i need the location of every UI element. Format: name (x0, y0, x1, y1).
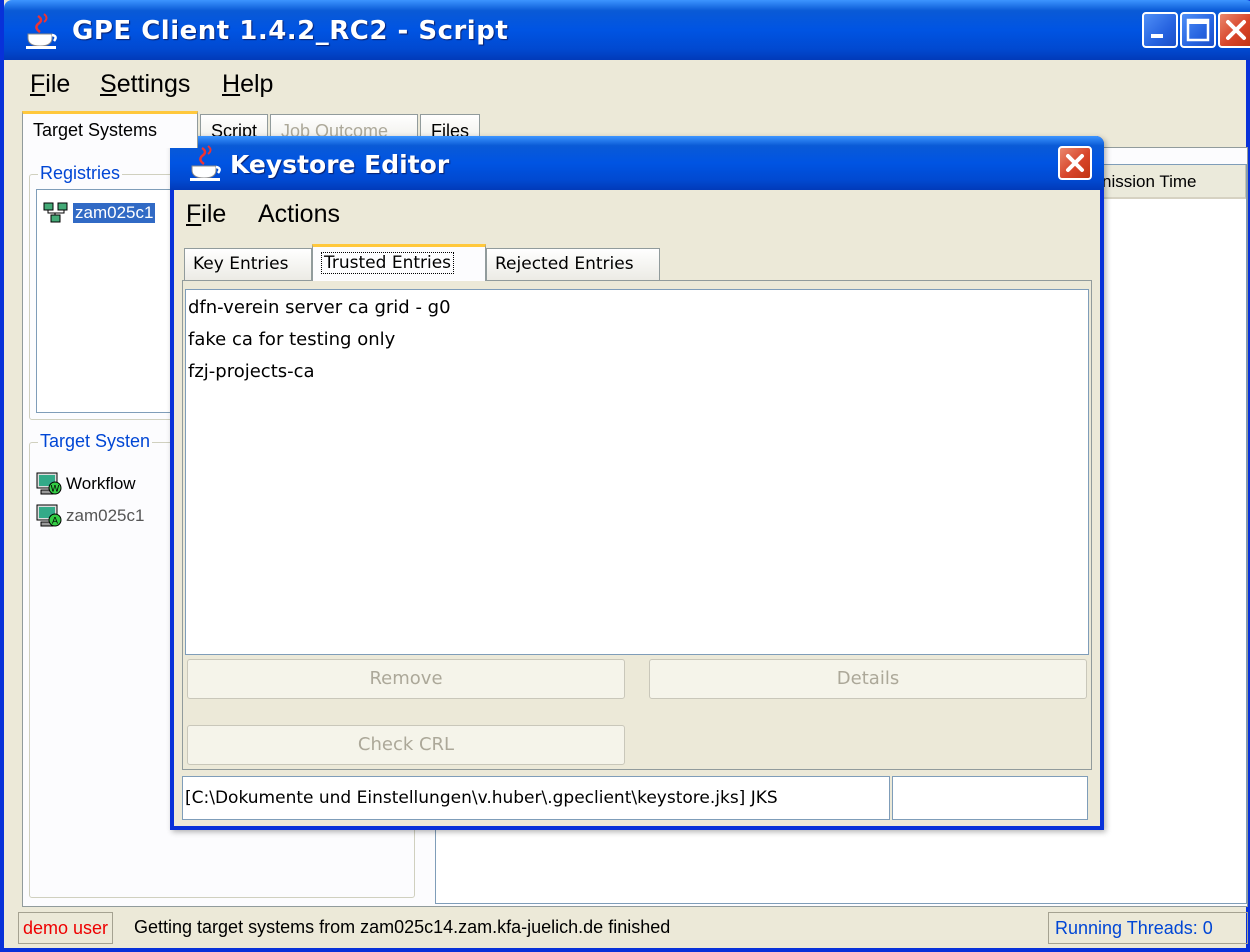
registry-item[interactable]: zam025c1 (43, 200, 156, 226)
app-system-icon: A (36, 504, 62, 527)
list-item[interactable]: fake ca for testing only (188, 324, 395, 356)
keystore-path-field: [C:\Dokumente und Einstellungen\v.huber\… (182, 776, 890, 820)
menu-settings-label: ettings (116, 70, 191, 98)
minimize-button[interactable] (1142, 12, 1178, 48)
close-icon (1226, 20, 1246, 40)
svg-text:A: A (52, 517, 59, 527)
check-crl-button[interactable]: Check CRL (187, 725, 625, 765)
menu-help-mnemonic: H (222, 70, 241, 98)
tab-trusted-entries[interactable]: Trusted Entries (312, 244, 486, 281)
target-system-item-app[interactable]: A zam025c1 (36, 503, 144, 529)
details-button[interactable]: Details (649, 659, 1087, 699)
list-item[interactable]: fzj-projects-ca (188, 356, 315, 388)
window-title: GPE Client 1.4.2_RC2 - Script (72, 16, 509, 46)
dialog-title-bar[interactable]: Keystore Editor (170, 136, 1104, 190)
workflow-system-icon: W (36, 472, 62, 495)
remove-button[interactable]: Remove (187, 659, 625, 699)
column-header-submission-time[interactable]: nission Time (1096, 165, 1246, 199)
list-item[interactable]: dfn-verein server ca grid - g0 (188, 292, 451, 324)
statusbar: demo user Getting target systems from za… (18, 908, 1250, 948)
registry-network-icon (43, 202, 68, 223)
dialog-menu-actions[interactable]: Actions (258, 200, 340, 229)
registries-title: Registries (38, 163, 123, 184)
menu-settings-mnemonic: S (100, 70, 117, 98)
status-threads: Running Threads: 0 (1048, 912, 1248, 944)
menu-file-label: ile (45, 70, 71, 98)
menubar: File Settings Help (8, 62, 1250, 106)
target-systems-title: Target Systen (38, 431, 153, 452)
minimize-icon (1151, 34, 1163, 38)
tab-key-entries[interactable]: Key Entries (184, 248, 312, 280)
tab-rejected-entries[interactable]: Rejected Entries (486, 248, 660, 280)
menu-file-mnemonic: F (30, 70, 46, 98)
tab-trusted-entries-label: Trusted Entries (321, 252, 455, 274)
target-system-label: zam025c1 (66, 506, 145, 525)
target-system-item-workflow[interactable]: W Workflow (36, 471, 136, 497)
status-message: Getting target systems from zam025c14.za… (134, 917, 671, 937)
tab-target-systems[interactable]: Target Systems (22, 111, 198, 148)
target-system-label: Workflow (66, 474, 136, 493)
maximize-button[interactable] (1180, 12, 1216, 48)
java-cup-icon (190, 145, 221, 181)
java-cup-icon (26, 13, 57, 49)
menu-settings[interactable]: Settings (100, 70, 190, 99)
dialog-menu-file[interactable]: File (186, 200, 226, 229)
svg-text:W: W (51, 485, 60, 495)
status-user: demo user (18, 912, 114, 944)
menu-help[interactable]: Help (222, 70, 273, 99)
dialog-menu-actions-label: Actions (258, 200, 340, 228)
maximize-icon (1186, 18, 1210, 42)
dialog-menu-file-label: ile (201, 200, 227, 228)
dialog-title: Keystore Editor (230, 150, 450, 179)
keystore-status-field (892, 776, 1088, 820)
menu-help-label: elp (240, 70, 274, 98)
dialog-menubar: File Actions (174, 194, 1100, 234)
close-button[interactable] (1218, 12, 1250, 48)
registry-item-label: zam025c1 (73, 203, 156, 223)
dialog-menu-file-mnemonic: F (186, 200, 202, 228)
trusted-entries-page: dfn-verein server ca grid - g0 fake ca f… (182, 280, 1092, 770)
title-bar[interactable]: GPE Client 1.4.2_RC2 - Script (4, 0, 1250, 60)
dialog-close-button[interactable] (1058, 146, 1092, 180)
menu-file[interactable]: File (30, 70, 70, 99)
keystore-editor-dialog: Keystore Editor File Actions Key Entries… (170, 136, 1104, 830)
close-icon (1066, 154, 1084, 172)
trusted-entries-list[interactable]: dfn-verein server ca grid - g0 fake ca f… (185, 289, 1089, 655)
